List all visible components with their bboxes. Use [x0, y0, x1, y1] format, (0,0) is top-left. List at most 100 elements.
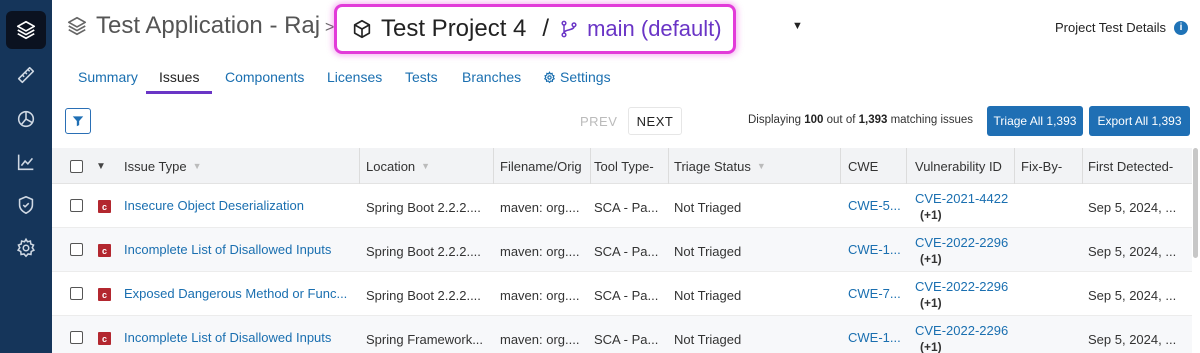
- select-all-checkbox[interactable]: [70, 148, 90, 184]
- col-location[interactable]: Location ▼: [366, 148, 492, 184]
- tool-type-cell: SCA - Pa...: [594, 200, 659, 215]
- vulnerability-id-link[interactable]: CVE-2022-2296: [915, 279, 1013, 294]
- severity-critical-icon: c: [98, 200, 111, 213]
- active-tab-indicator: [146, 91, 212, 94]
- export-all-button[interactable]: Export All 1,393: [1089, 106, 1190, 136]
- col-filename[interactable]: Filename/Orig: [500, 148, 590, 184]
- issue-type-link[interactable]: Exposed Dangerous Method or Func...: [124, 286, 356, 301]
- gear-icon: [543, 70, 556, 83]
- gear-icon: [16, 237, 36, 258]
- branch-name: main (default): [587, 16, 722, 41]
- table-row[interactable]: c Incomplete List of Disallowed Inputs S…: [52, 316, 1192, 353]
- filename-cell: maven: org....: [500, 244, 580, 259]
- tab-licenses[interactable]: Licenses: [327, 69, 382, 85]
- row-checkbox[interactable]: [70, 243, 83, 256]
- col-tool-type-label: Tool Type-: [594, 158, 654, 174]
- severity-critical-icon: c: [98, 332, 111, 345]
- nav-settings[interactable]: [0, 228, 52, 268]
- nav-applications[interactable]: [0, 10, 52, 50]
- col-fix-by[interactable]: Fix-By-: [1021, 148, 1083, 184]
- expand-all-caret[interactable]: ▼: [96, 148, 110, 184]
- nav-analytics[interactable]: [0, 142, 52, 182]
- project-details-link[interactable]: Project Test Details i: [1055, 20, 1188, 35]
- first-detected-cell: Sep 5, 2024, ...: [1088, 200, 1177, 215]
- issue-type-link[interactable]: Incomplete List of Disallowed Inputs: [124, 330, 356, 345]
- tool-type-cell: SCA - Pa...: [594, 288, 659, 303]
- vulnerability-extra-count[interactable]: (+1): [920, 340, 942, 353]
- vulnerability-extra-count[interactable]: (+1): [920, 252, 942, 266]
- triage-status-cell: Not Triaged: [674, 288, 742, 303]
- filter-icon: [72, 116, 84, 127]
- layers-icon: [67, 16, 87, 36]
- vulnerability-id-link[interactable]: CVE-2021-4422: [915, 191, 1013, 206]
- col-cwe[interactable]: CWE: [848, 148, 906, 184]
- first-detected-cell: Sep 5, 2024, ...: [1088, 332, 1177, 347]
- col-triage-status-label: Triage Status: [674, 158, 751, 174]
- cwe-link[interactable]: CWE-5...: [848, 198, 904, 213]
- filter-button[interactable]: [65, 108, 91, 134]
- location-cell: Spring Boot 2.2.2....: [366, 200, 481, 215]
- issue-type-link[interactable]: Incomplete List of Disallowed Inputs: [124, 242, 356, 257]
- tab-tests[interactable]: Tests: [405, 69, 438, 85]
- chevron-down-icon[interactable]: ▼: [792, 20, 803, 32]
- filename-cell: maven: org....: [500, 200, 580, 215]
- col-triage-status[interactable]: Triage Status ▼: [674, 148, 840, 184]
- display-mid: out of: [823, 114, 859, 126]
- severity-critical-icon: c: [98, 244, 111, 257]
- display-count-value: 100: [804, 114, 824, 126]
- tab-summary[interactable]: Summary: [78, 69, 138, 85]
- nav-reports[interactable]: [0, 99, 52, 139]
- shield-check-icon: [18, 195, 34, 215]
- vulnerability-extra-count[interactable]: (+1): [920, 296, 942, 310]
- row-checkbox[interactable]: [70, 199, 83, 212]
- triage-all-button[interactable]: Triage All 1,393: [987, 106, 1083, 136]
- table-row[interactable]: c Insecure Object Deserialization Spring…: [52, 184, 1192, 228]
- git-branch-icon: [561, 20, 577, 38]
- location-cell: Spring Boot 2.2.2....: [366, 244, 481, 259]
- nav-policies[interactable]: [0, 185, 52, 225]
- vulnerability-id-link[interactable]: CVE-2022-2296: [915, 235, 1013, 250]
- left-nav: [0, 0, 52, 353]
- tab-issues[interactable]: Issues: [159, 69, 199, 85]
- project-branch-separator: /: [542, 15, 550, 42]
- issue-type-link[interactable]: Insecure Object Deserialization: [124, 198, 356, 213]
- col-first-detected[interactable]: First Detected-: [1088, 148, 1188, 184]
- app-breadcrumb[interactable]: Test Application - Raj: [66, 12, 320, 40]
- next-button[interactable]: NEXT: [628, 107, 682, 135]
- triage-status-cell: Not Triaged: [674, 332, 742, 347]
- trend-chart-icon: [17, 154, 34, 171]
- pie-chart-icon: [17, 110, 35, 128]
- tab-settings[interactable]: Settings: [543, 69, 611, 85]
- nav-tools[interactable]: [0, 55, 52, 95]
- project-branch-selector[interactable]: Test Project 4 / main (default): [334, 4, 736, 54]
- table-scrollbar[interactable]: [1193, 148, 1198, 258]
- cube-icon: [353, 19, 371, 39]
- filename-cell: maven: org....: [500, 332, 580, 347]
- row-checkbox[interactable]: [70, 331, 83, 344]
- tab-settings-label: Settings: [560, 69, 611, 85]
- col-cwe-label: CWE: [848, 158, 879, 174]
- table-row[interactable]: c Incomplete List of Disallowed Inputs S…: [52, 228, 1192, 272]
- col-fix-by-label: Fix-By-: [1021, 158, 1063, 174]
- tab-branches[interactable]: Branches: [462, 69, 521, 85]
- cwe-link[interactable]: CWE-1...: [848, 330, 904, 345]
- issues-toolbar: PREV NEXT Displaying 100 out of 1,393 ma…: [52, 100, 1200, 142]
- row-checkbox[interactable]: [70, 287, 83, 300]
- col-issue-type[interactable]: Issue Type ▼: [124, 148, 360, 184]
- col-tool-type[interactable]: Tool Type-: [594, 148, 668, 184]
- vulnerability-id-link[interactable]: CVE-2022-2296: [915, 323, 1013, 338]
- page-header: Test Application - Raj > Test Project 4 …: [52, 0, 1200, 60]
- vulnerability-extra-count[interactable]: (+1): [920, 208, 942, 222]
- prev-button[interactable]: PREV: [580, 114, 617, 129]
- first-detected-cell: Sep 5, 2024, ...: [1088, 244, 1177, 259]
- location-cell: Spring Boot 2.2.2....: [366, 288, 481, 303]
- cwe-link[interactable]: CWE-7...: [848, 286, 904, 301]
- cwe-link[interactable]: CWE-1...: [848, 242, 904, 257]
- first-detected-cell: Sep 5, 2024, ...: [1088, 288, 1177, 303]
- info-icon: i: [1174, 20, 1188, 35]
- col-vulnerability-id[interactable]: Vulnerability ID: [915, 148, 1013, 184]
- tab-components[interactable]: Components: [225, 69, 304, 85]
- table-row[interactable]: c Exposed Dangerous Method or Func... Sp…: [52, 272, 1192, 316]
- display-prefix: Displaying: [748, 114, 805, 126]
- col-filename-label: Filename/Orig: [500, 158, 582, 174]
